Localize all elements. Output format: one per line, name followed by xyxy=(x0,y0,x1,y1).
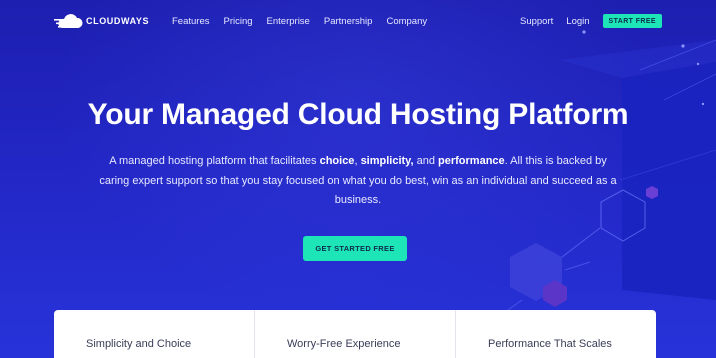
feature-title: Worry-Free Experience xyxy=(287,338,401,350)
nav-link-partnership[interactable]: Partnership xyxy=(324,16,373,27)
features-card: Simplicity and Choice Worry-Free Experie… xyxy=(54,310,656,358)
nav-link-pricing[interactable]: Pricing xyxy=(224,16,253,27)
nav-link-login[interactable]: Login xyxy=(566,16,589,27)
brand-logo[interactable]: CLOUDWAYS xyxy=(54,13,149,29)
primary-nav: Features Pricing Enterprise Partnership … xyxy=(172,16,441,27)
hero-desc-text: A managed hosting platform that facilita… xyxy=(109,155,320,167)
nav-link-features[interactable]: Features xyxy=(172,16,210,27)
feature-item[interactable]: Simplicity and Choice xyxy=(54,310,254,358)
feature-item[interactable]: Performance That Scales xyxy=(455,310,656,358)
hero-desc-and: and xyxy=(413,155,439,167)
hero-title: Your Managed Cloud Hosting Platform xyxy=(87,98,629,131)
hero-desc-simplicity: simplicity, xyxy=(360,155,414,167)
decor-hexagon-purple xyxy=(543,280,567,307)
start-free-button[interactable]: START FREE xyxy=(602,14,662,28)
feature-title: Simplicity and Choice xyxy=(86,338,192,350)
decor-hexagon-small xyxy=(646,186,658,199)
cloud-icon xyxy=(54,14,83,28)
hero-desc-performance: performance xyxy=(438,155,505,167)
hero-description: A managed hosting platform that facilita… xyxy=(98,152,618,211)
feature-title: Performance That Scales xyxy=(488,338,612,350)
top-navigation: CLOUDWAYS Features Pricing Enterprise Pa… xyxy=(0,0,716,42)
feature-item[interactable]: Worry-Free Experience xyxy=(254,310,455,358)
nav-link-support[interactable]: Support xyxy=(520,16,553,27)
brand-name: CLOUDWAYS xyxy=(86,16,150,26)
get-started-free-button[interactable]: GET STARTED FREE xyxy=(303,236,407,261)
decor-hexagon-large xyxy=(510,243,562,301)
nav-link-company[interactable]: Company xyxy=(386,16,427,27)
secondary-nav: Support Login START FREE xyxy=(520,14,662,28)
nav-link-enterprise[interactable]: Enterprise xyxy=(267,16,310,27)
decor-panel-side xyxy=(560,40,716,78)
hero-desc-choice: choice xyxy=(319,155,355,167)
